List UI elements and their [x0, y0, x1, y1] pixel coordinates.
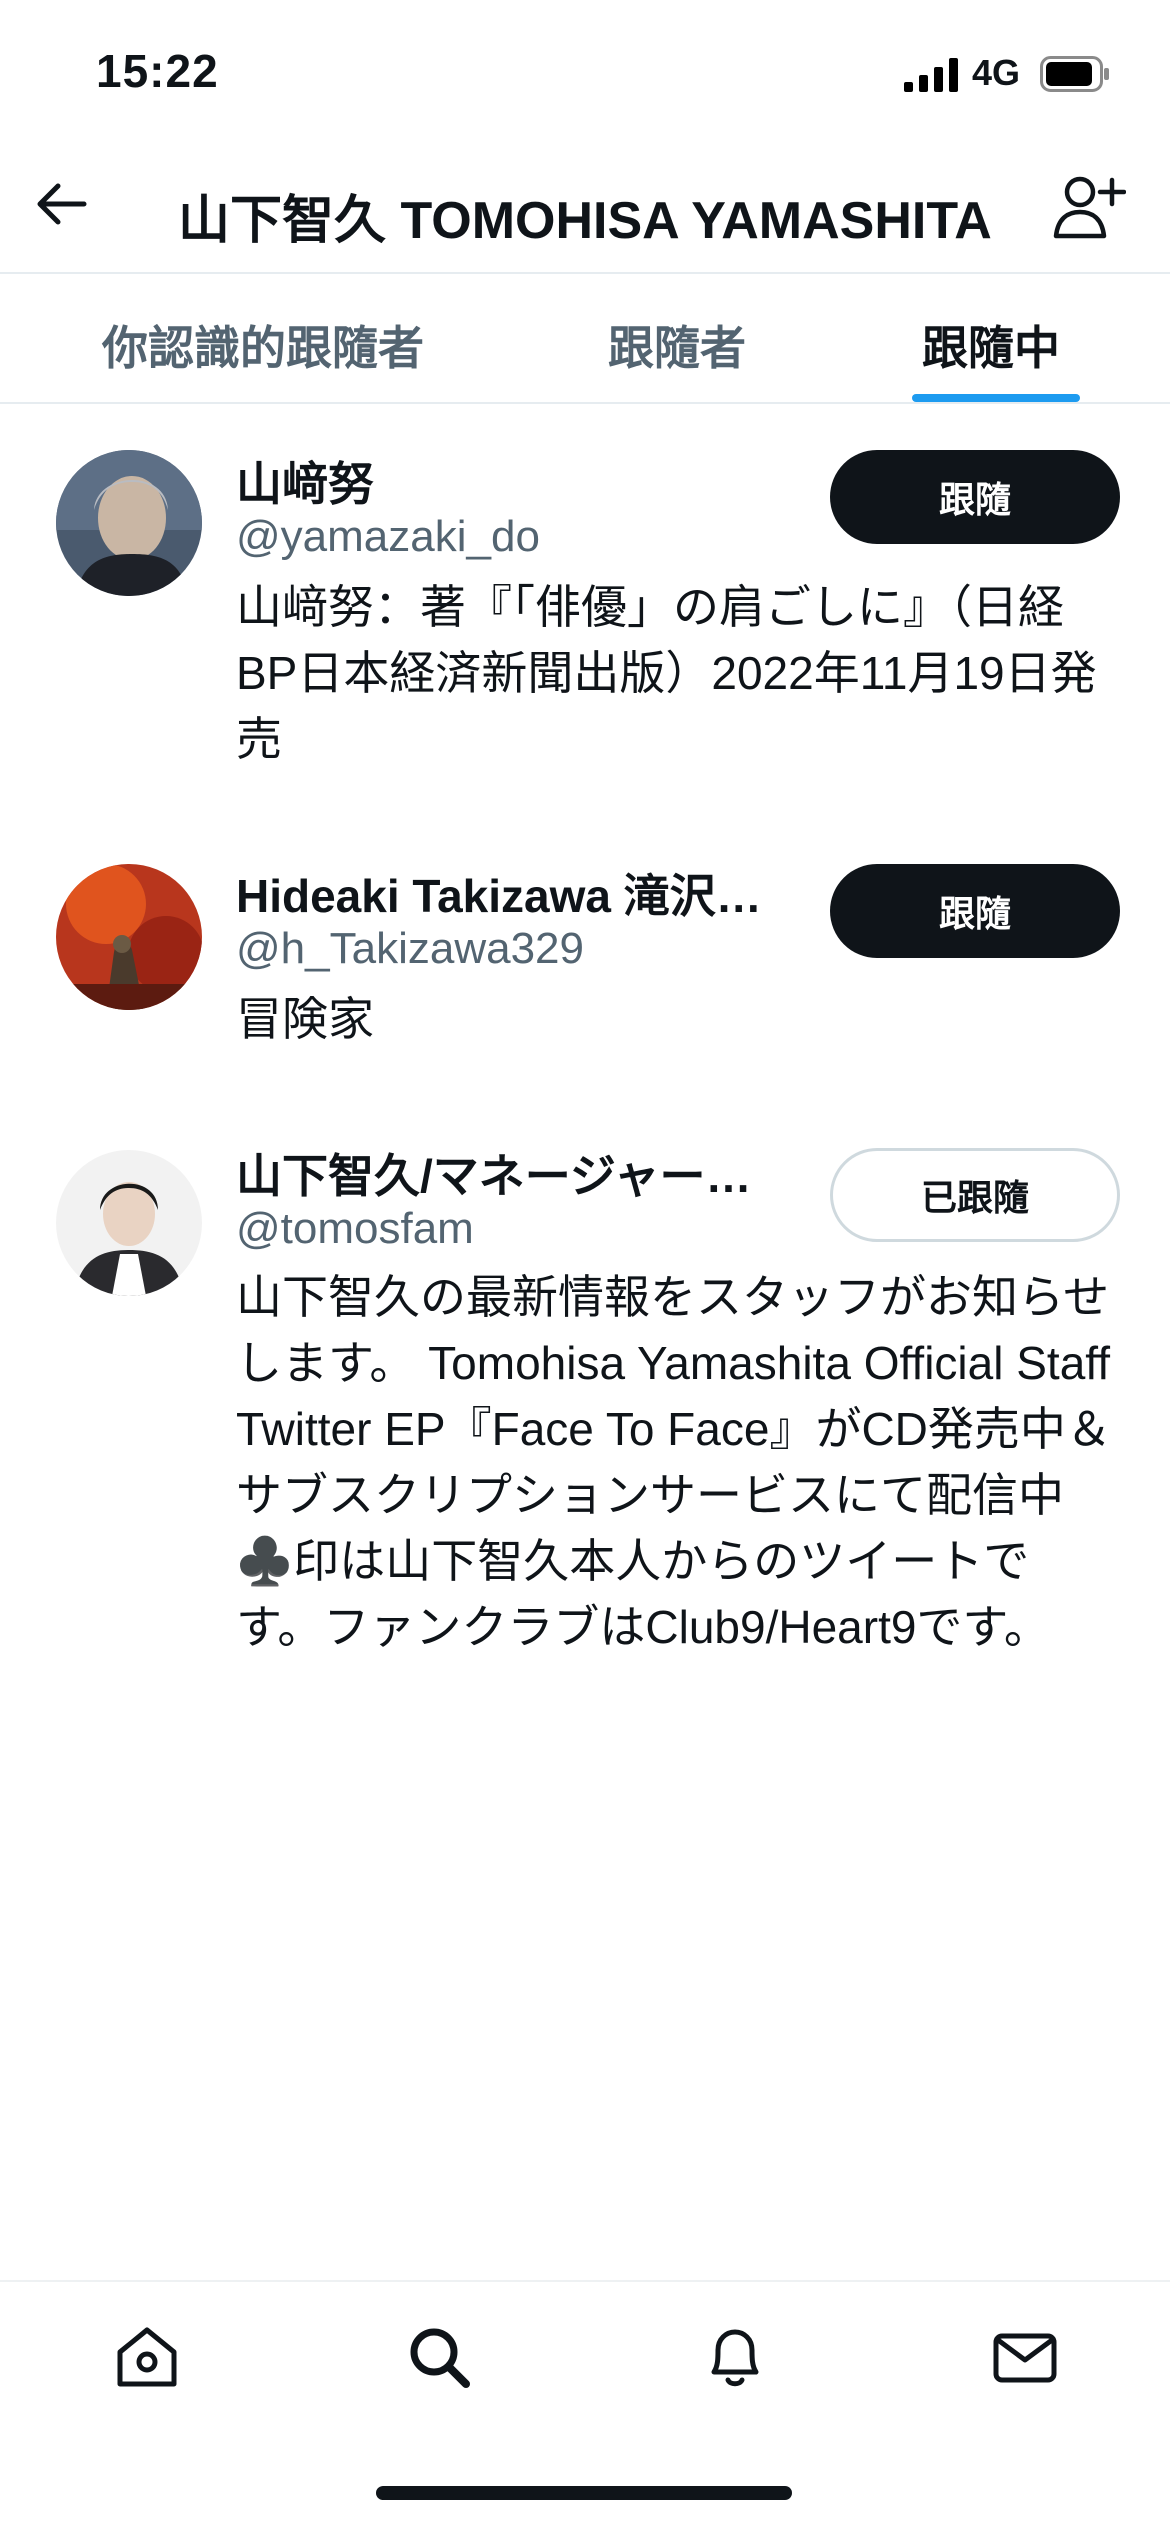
status-time: 15:22 [96, 45, 219, 97]
avatar[interactable] [56, 450, 202, 596]
add-user-icon[interactable] [1050, 170, 1126, 242]
follow-button[interactable]: 跟隨 [830, 864, 1120, 958]
avatar[interactable] [56, 864, 202, 1010]
search-icon[interactable] [404, 2322, 474, 2392]
following-button[interactable]: 已跟隨 [830, 1148, 1120, 1242]
user-bio: 山﨑努：著『「俳優」の肩ごしに』（日経BP日本経済新聞出版）2022年11月19… [236, 581, 1097, 765]
home-indicator[interactable] [376, 2486, 792, 2500]
avatar[interactable] [56, 1150, 202, 1296]
user-handle[interactable]: @yamazaki_do [236, 512, 540, 562]
mail-icon[interactable] [990, 2322, 1060, 2392]
follow-button[interactable]: 跟隨 [830, 450, 1120, 544]
user-name[interactable]: 山下智久/マネージャー… [236, 1140, 752, 1206]
user-bio: 山下智久の最新情報をスタッフがお知らせします。 Tomohisa Yamashi… [236, 1271, 1112, 1653]
tab-followers-you-know[interactable]: 你認識的跟隨者 [102, 312, 424, 378]
signal-icon [904, 58, 958, 92]
user-bio: 冒険家 [236, 993, 374, 1045]
list-item[interactable]: Hideaki Takizawa 滝沢… @h_Takizawa329 跟隨 冒… [0, 846, 1170, 1086]
user-handle[interactable]: @tomosfam [236, 1204, 474, 1254]
header-divider [0, 272, 1170, 274]
battery-icon [1040, 56, 1109, 92]
bottom-nav-divider [0, 2280, 1170, 2282]
bell-icon[interactable] [700, 2322, 770, 2392]
tabs-divider [0, 402, 1170, 404]
back-arrow-icon[interactable] [30, 172, 94, 236]
page-title: 山下智久 TOMOHISA YAMASHITA [178, 192, 992, 250]
home-icon[interactable] [112, 2322, 182, 2392]
user-handle[interactable]: @h_Takizawa329 [236, 924, 584, 974]
tab-following[interactable]: 跟隨中 [922, 312, 1060, 378]
user-name[interactable]: Hideaki Takizawa 滝沢… [236, 860, 762, 926]
tab-followers[interactable]: 跟隨者 [608, 312, 746, 378]
user-name[interactable]: 山﨑努 [236, 448, 374, 514]
active-tab-indicator [912, 394, 1080, 402]
list-item[interactable]: 山﨑努 @yamazaki_do 跟隨 山﨑努：著『「俳優」の肩ごしに』（日経B… [0, 430, 1170, 790]
network-label: 4G [972, 52, 1021, 93]
list-item[interactable]: 山下智久/マネージャー… @tomosfam 已跟隨 山下智久の最新情報をスタッ… [0, 1130, 1170, 1730]
